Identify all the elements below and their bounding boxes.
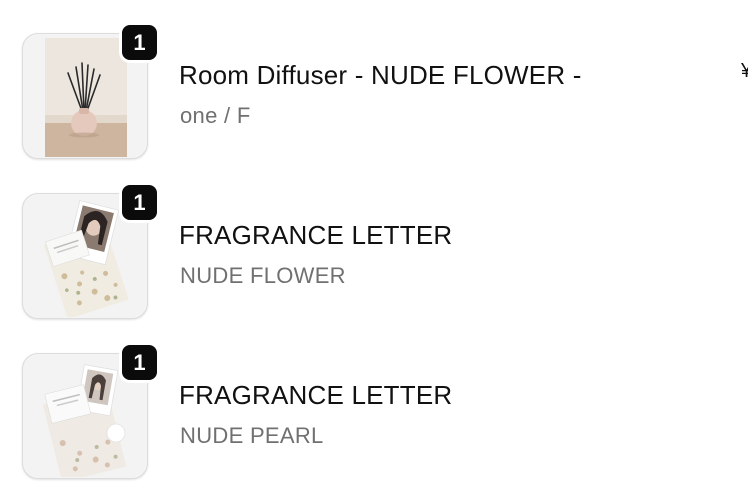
order-summary-item-list: 1 Room Diffuser - NUDE FLOWER - one / F … xyxy=(0,0,748,500)
list-item: 1 Room Diffuser - NUDE FLOWER - one / F … xyxy=(0,0,748,160)
list-item: 1 FRAGRANCE LETTER NUDE FLOWER xyxy=(0,160,748,320)
item-title: FRAGRANCE LETTER xyxy=(179,220,453,250)
product-thumbnail: 1 xyxy=(22,22,160,159)
product-thumbnail: 1 xyxy=(22,342,160,479)
product-thumbnail: 1 xyxy=(22,182,160,319)
item-variant: NUDE FLOWER xyxy=(180,263,346,288)
quantity-badge: 1 xyxy=(119,22,160,63)
item-title: FRAGRANCE LETTER xyxy=(179,380,453,410)
list-item: 1 FRAGRANCE LETTER NUDE PEARL xyxy=(0,320,748,480)
item-variant: one / F xyxy=(180,103,251,128)
item-price-partial: ¥ xyxy=(741,60,748,82)
item-title: Room Diffuser - NUDE FLOWER - xyxy=(179,60,582,90)
quantity-badge: 1 xyxy=(119,342,160,383)
quantity-badge: 1 xyxy=(119,182,160,223)
item-variant: NUDE PEARL xyxy=(180,423,324,448)
